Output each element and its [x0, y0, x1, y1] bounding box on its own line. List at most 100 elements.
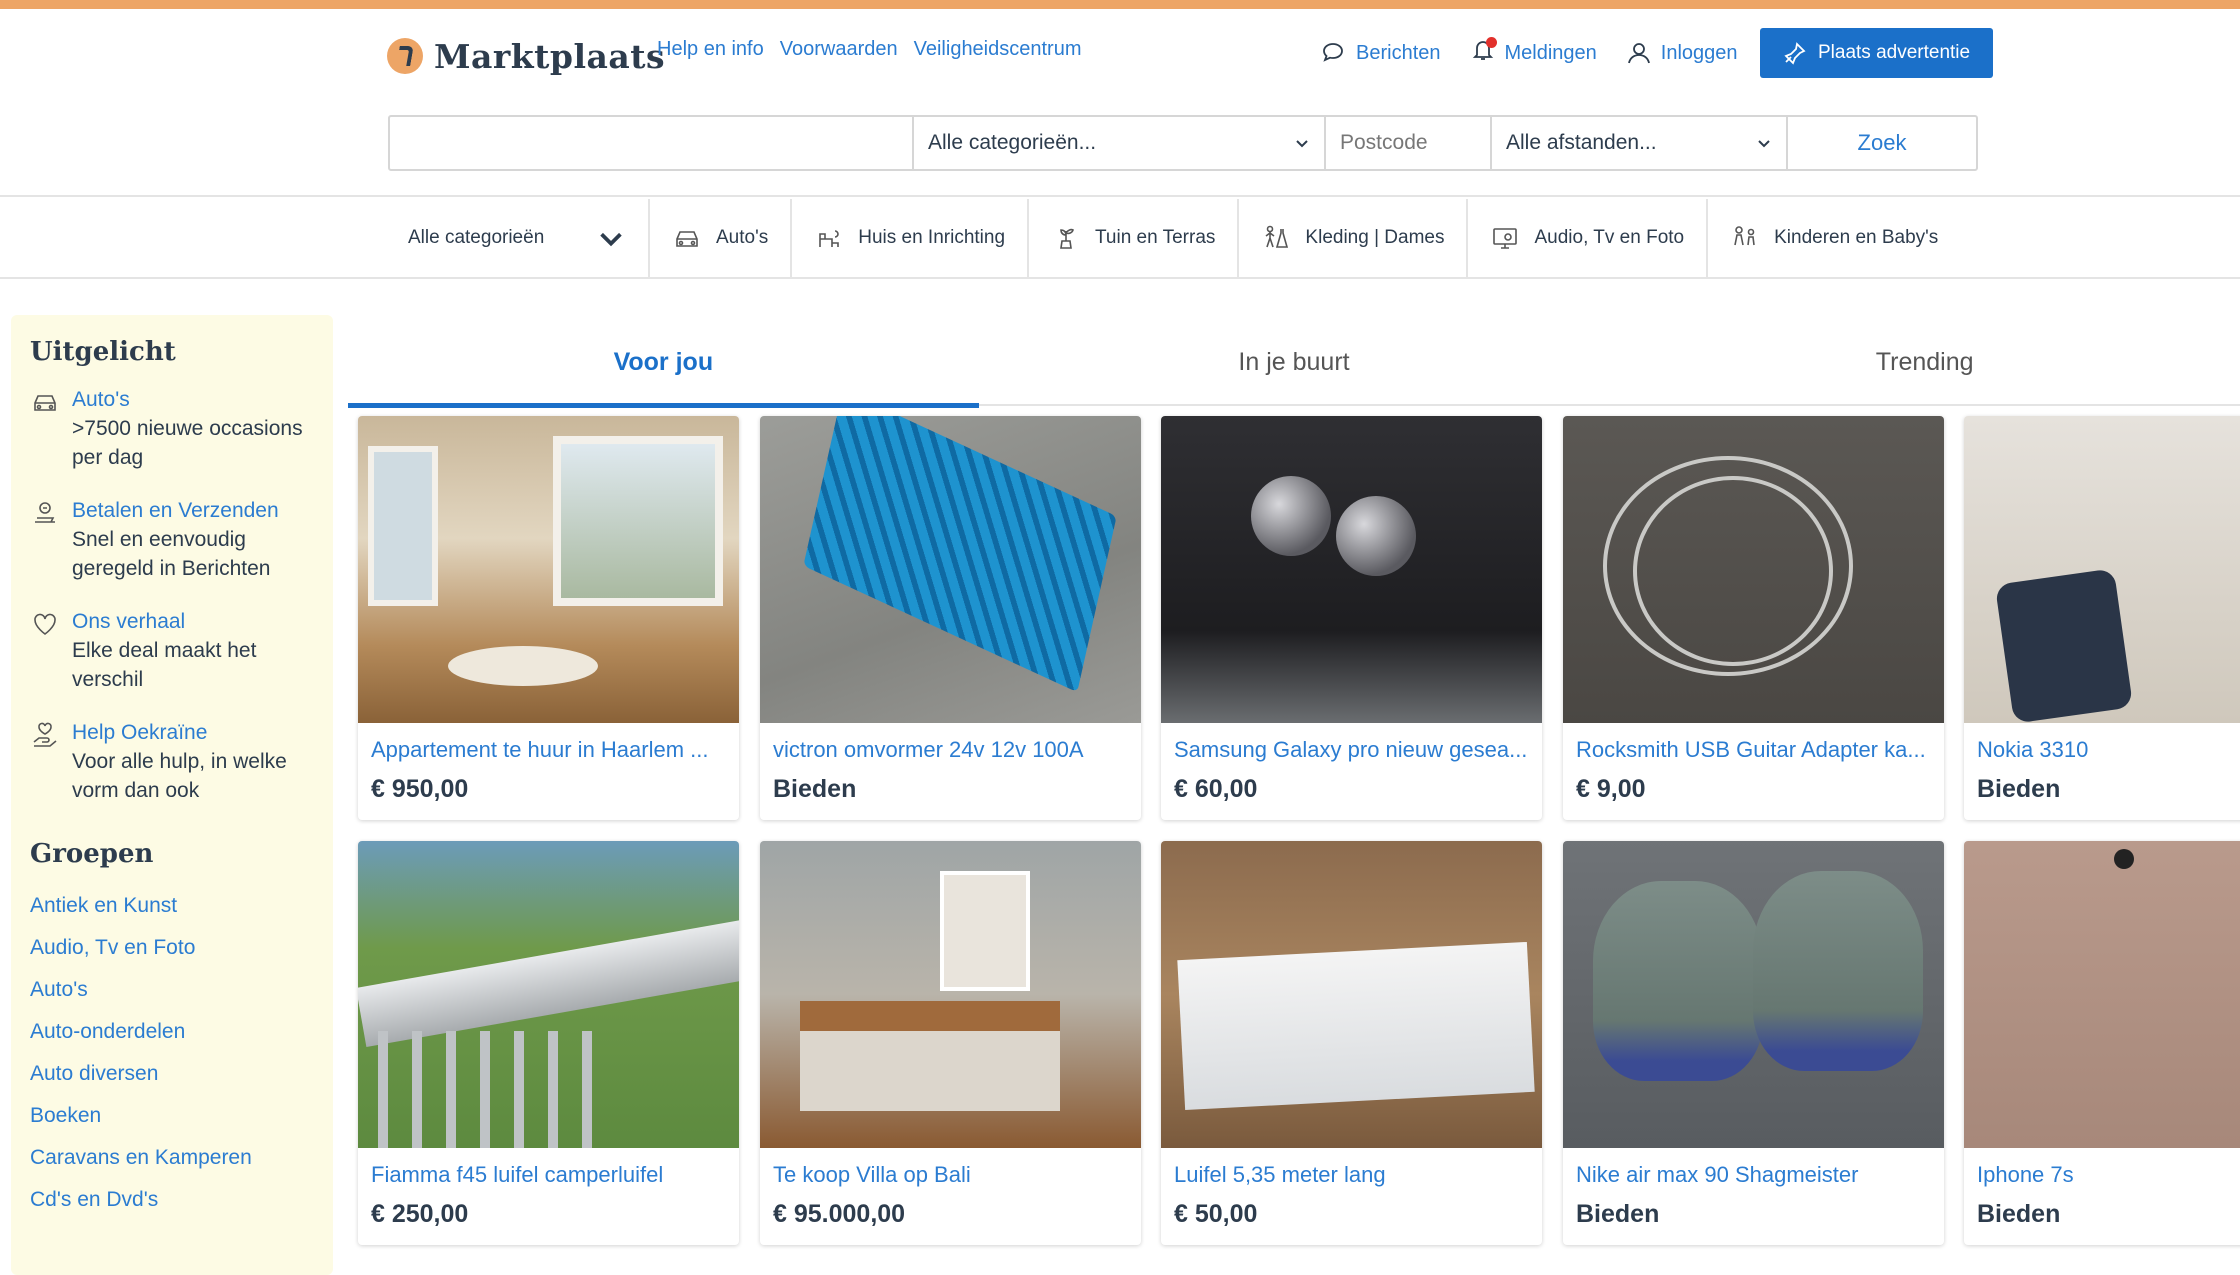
listing-title[interactable]: Appartement te huur in Haarlem ... [371, 737, 726, 763]
featured-title[interactable]: Betalen en Verzenden [72, 496, 314, 525]
all-categories-dropdown[interactable]: Alle categorieën [390, 199, 650, 277]
featured-title[interactable]: Help Oekraïne [72, 718, 314, 747]
listing-card[interactable]: Nokia 3310 Bieden [1964, 416, 2240, 820]
listing-card[interactable]: Fiamma f45 luifel camperluifel € 250,00 [358, 841, 739, 1245]
pin-icon [1784, 42, 1806, 65]
plant-icon [1060, 228, 1074, 249]
search-bar: Alle categorieën... Postcode Alle afstan… [388, 115, 1978, 171]
group-link[interactable]: Caravans en Kamperen [30, 1137, 314, 1179]
group-link[interactable]: Auto diversen [30, 1053, 314, 1095]
listing-photo [358, 841, 739, 1148]
listing-title[interactable]: Rocksmith USB Guitar Adapter ka... [1576, 737, 1931, 763]
group-link[interactable]: Cd's en Dvd's [30, 1179, 314, 1221]
listing-card[interactable]: Te koop Villa op Bali € 95.000,00 [760, 841, 1141, 1245]
listing-title[interactable]: Luifel 5,35 meter lang [1174, 1162, 1529, 1188]
listing-card[interactable]: Nike air max 90 Shagmeister Bieden [1563, 841, 1944, 1245]
login-button[interactable]: Inloggen [1625, 39, 1738, 67]
category-tuin[interactable]: Tuin en Terras [1029, 199, 1240, 277]
listing-photo [760, 841, 1141, 1148]
category-label: Huis en Inrichting [858, 227, 1006, 248]
chevron-down-icon [600, 232, 622, 247]
listing-title[interactable]: Fiamma f45 luifel camperluifel [371, 1162, 726, 1188]
category-kleding[interactable]: Kleding | Dames [1239, 199, 1469, 277]
distance-select-value: Alle afstanden... [1506, 131, 1657, 154]
place-ad-label: Plaats advertentie [1818, 42, 1971, 63]
feed-tabs: Voor jou In je buurt Trending [348, 318, 2240, 408]
listing-photo [1161, 841, 1542, 1148]
messages-button[interactable]: Berichten [1320, 39, 1441, 67]
category-label: Kleding | Dames [1305, 227, 1445, 248]
listing-price: € 9,00 [1576, 775, 1646, 803]
category-kinderen[interactable]: Kinderen en Baby's [1708, 199, 1960, 277]
logo-mark-icon [387, 38, 423, 74]
safety-link[interactable]: Veiligheidscentrum [914, 38, 1082, 61]
logo[interactable]: Marktplaats [387, 28, 665, 84]
listing-price: € 60,00 [1174, 775, 1258, 803]
listing-card[interactable]: Iphone 7s Bieden [1964, 841, 2240, 1245]
distance-select[interactable]: Alle afstanden... [1492, 117, 1788, 169]
group-link[interactable]: Auto-onderdelen [30, 1011, 314, 1053]
chat-icon [1323, 43, 1343, 62]
heart-icon [34, 613, 56, 635]
featured-heading: Uitgelicht [30, 337, 176, 367]
helping-hand-icon [33, 722, 57, 747]
tab-voor-jou[interactable]: Voor jou [348, 318, 979, 408]
group-link[interactable]: Auto's [30, 969, 314, 1011]
terms-link[interactable]: Voorwaarden [780, 38, 898, 61]
search-button[interactable]: Zoek [1788, 117, 1976, 169]
tab-in-je-buurt[interactable]: In je buurt [979, 318, 1610, 406]
brand-stripe [0, 0, 2240, 9]
featured-item-verhaal[interactable]: Ons verhaal Elke deal maakt het verschil [30, 607, 314, 694]
listing-title[interactable]: victron omvormer 24v 12v 100A [773, 737, 1128, 763]
listing-title[interactable]: Iphone 7s [1977, 1162, 2240, 1188]
listing-photo [358, 416, 739, 723]
payment-icon [35, 502, 55, 523]
featured-item-oekraine[interactable]: Help Oekraïne Voor alle hulp, in welke v… [30, 718, 314, 805]
notifications-label: Meldingen [1504, 41, 1597, 64]
car-icon [676, 231, 698, 247]
featured-desc: >7500 nieuwe occasions per dag [72, 417, 303, 469]
listing-price: Bieden [1977, 775, 2061, 803]
featured-title[interactable]: Auto's [72, 385, 314, 414]
tab-trending[interactable]: Trending [1609, 318, 2240, 406]
help-link[interactable]: Help en info [657, 38, 764, 61]
logo-text: Marktplaats [434, 36, 666, 76]
listing-title[interactable]: Samsung Galaxy pro nieuw gesea... [1174, 737, 1529, 763]
featured-desc: Voor alle hulp, in welke vorm dan ook [72, 750, 287, 802]
listing-title[interactable]: Nike air max 90 Shagmeister [1576, 1162, 1931, 1188]
notifications-button[interactable]: Meldingen [1469, 36, 1597, 70]
listing-title[interactable]: Nokia 3310 [1977, 737, 2240, 763]
listing-card[interactable]: Rocksmith USB Guitar Adapter ka... € 9,0… [1563, 416, 1944, 820]
listing-price: Bieden [1576, 1200, 1660, 1228]
featured-item-betalen[interactable]: Betalen en Verzenden Snel en eenvoudig g… [30, 496, 314, 583]
login-label: Inloggen [1660, 41, 1738, 64]
furniture-icon [819, 230, 840, 247]
search-input[interactable] [390, 117, 914, 169]
featured-desc: Snel en eenvoudig geregeld in Berichten [72, 528, 271, 580]
featured-title[interactable]: Ons verhaal [72, 607, 314, 636]
chevron-down-icon [1758, 140, 1770, 148]
listing-price: € 95.000,00 [773, 1200, 906, 1228]
listing-price: € 50,00 [1174, 1200, 1258, 1228]
category-label: Auto's [716, 227, 769, 248]
category-select[interactable]: Alle categorieën... [914, 117, 1326, 169]
category-autos[interactable]: Auto's [650, 199, 793, 277]
postcode-input[interactable]: Postcode [1326, 117, 1492, 169]
place-ad-button[interactable]: Plaats advertentie [1759, 28, 1993, 78]
site-header: Marktplaats Help en info Voorwaarden Vei… [0, 9, 2240, 197]
listing-photo [760, 416, 1141, 723]
category-huis[interactable]: Huis en Inrichting [792, 199, 1030, 277]
listing-card[interactable]: Samsung Galaxy pro nieuw gesea... € 60,0… [1161, 416, 1542, 820]
listing-card[interactable]: Luifel 5,35 meter lang € 50,00 [1161, 841, 1542, 1245]
group-link[interactable]: Boeken [30, 1095, 314, 1137]
listing-photo [1563, 416, 1944, 723]
category-audio[interactable]: Audio, Tv en Foto [1468, 199, 1709, 277]
group-link[interactable]: Antiek en Kunst [30, 885, 314, 927]
listing-title[interactable]: Te koop Villa op Bali [773, 1162, 1128, 1188]
group-link[interactable]: Audio, Tv en Foto [30, 927, 314, 969]
listing-card[interactable]: Appartement te huur in Haarlem ... € 950… [358, 416, 739, 820]
category-label: Kinderen en Baby's [1774, 227, 1939, 248]
category-label: Audio, Tv en Foto [1534, 227, 1685, 248]
featured-item-autos[interactable]: Auto's >7500 nieuwe occasions per dag [30, 385, 314, 472]
listing-card[interactable]: victron omvormer 24v 12v 100A Bieden [760, 416, 1141, 820]
